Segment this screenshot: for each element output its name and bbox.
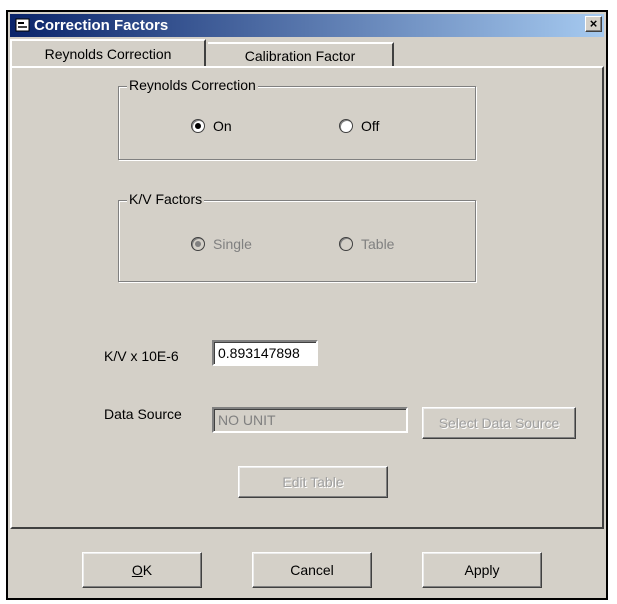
edit-table-button[interactable]: Edit Table <box>238 466 388 498</box>
app-icon <box>15 18 30 32</box>
radio-on[interactable]: On <box>191 118 232 134</box>
radio-table-label: Table <box>361 236 395 252</box>
cancel-button[interactable]: Cancel <box>252 552 372 588</box>
close-icon: × <box>589 16 598 31</box>
close-button[interactable]: × <box>585 16 602 32</box>
correction-factors-dialog: Correction Factors × Reynolds Correction… <box>6 10 608 600</box>
radio-checked-icon <box>191 237 205 252</box>
window-title: Correction Factors <box>34 17 169 34</box>
select-data-source-button[interactable]: Select Data Source <box>422 407 576 439</box>
radio-off[interactable]: Off <box>339 118 379 134</box>
data-source-label: Data Source <box>104 406 182 422</box>
radio-table[interactable]: Table <box>339 236 394 252</box>
tab-reynolds-correction[interactable]: Reynolds Correction <box>10 39 206 66</box>
ok-button[interactable]: OK <box>82 552 202 588</box>
tab-panel: Reynolds Correction On Off K/V Factors S… <box>10 66 604 529</box>
ok-accelerator: O <box>131 562 143 578</box>
radio-checked-icon <box>191 119 205 134</box>
apply-button[interactable]: Apply <box>422 552 542 588</box>
radio-single[interactable]: Single <box>191 236 252 252</box>
kv-input[interactable]: 0.893147898 <box>212 340 318 366</box>
kv-label: K/V x 10E-6 <box>104 348 179 364</box>
reynolds-group-label: Reynolds Correction <box>127 77 258 93</box>
radio-single-label: Single <box>213 236 252 252</box>
radio-unchecked-icon <box>339 237 353 252</box>
kv-factors-group: K/V Factors Single Table <box>118 191 476 282</box>
kv-group-label: K/V Factors <box>127 191 205 207</box>
title-bar[interactable]: Correction Factors × <box>10 14 604 37</box>
tab-calibration-factor[interactable]: Calibration Factor <box>208 42 394 66</box>
radio-off-label: Off <box>361 118 380 134</box>
radio-on-label: On <box>213 118 232 134</box>
ok-label: K <box>142 562 153 578</box>
reynolds-correction-group: Reynolds Correction On Off <box>118 77 476 160</box>
data-source-field[interactable]: NO UNIT <box>212 407 408 433</box>
radio-unchecked-icon <box>339 119 353 134</box>
